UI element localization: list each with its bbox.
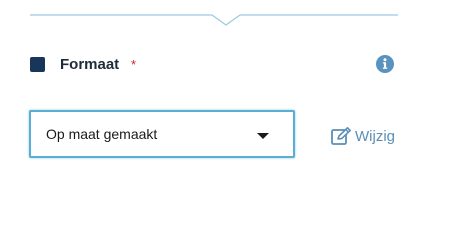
edit-label: Wijzig (355, 127, 395, 145)
edit-link[interactable]: Wijzig (331, 125, 395, 147)
format-field-header: Formaat * (30, 52, 398, 78)
section-divider (30, 14, 398, 26)
select-value: Op maat gemaakt (46, 126, 158, 142)
format-select[interactable]: Op maat gemaakt (29, 110, 295, 158)
required-asterisk: * (131, 57, 137, 72)
product-option-panel: Formaat * Op maat gemaakt Wijzig (0, 0, 476, 201)
field-label: Formaat (60, 56, 120, 73)
field-marker-square (30, 57, 45, 72)
info-icon[interactable] (376, 55, 394, 73)
edit-icon (331, 126, 351, 145)
chevron-down-icon (257, 133, 269, 139)
